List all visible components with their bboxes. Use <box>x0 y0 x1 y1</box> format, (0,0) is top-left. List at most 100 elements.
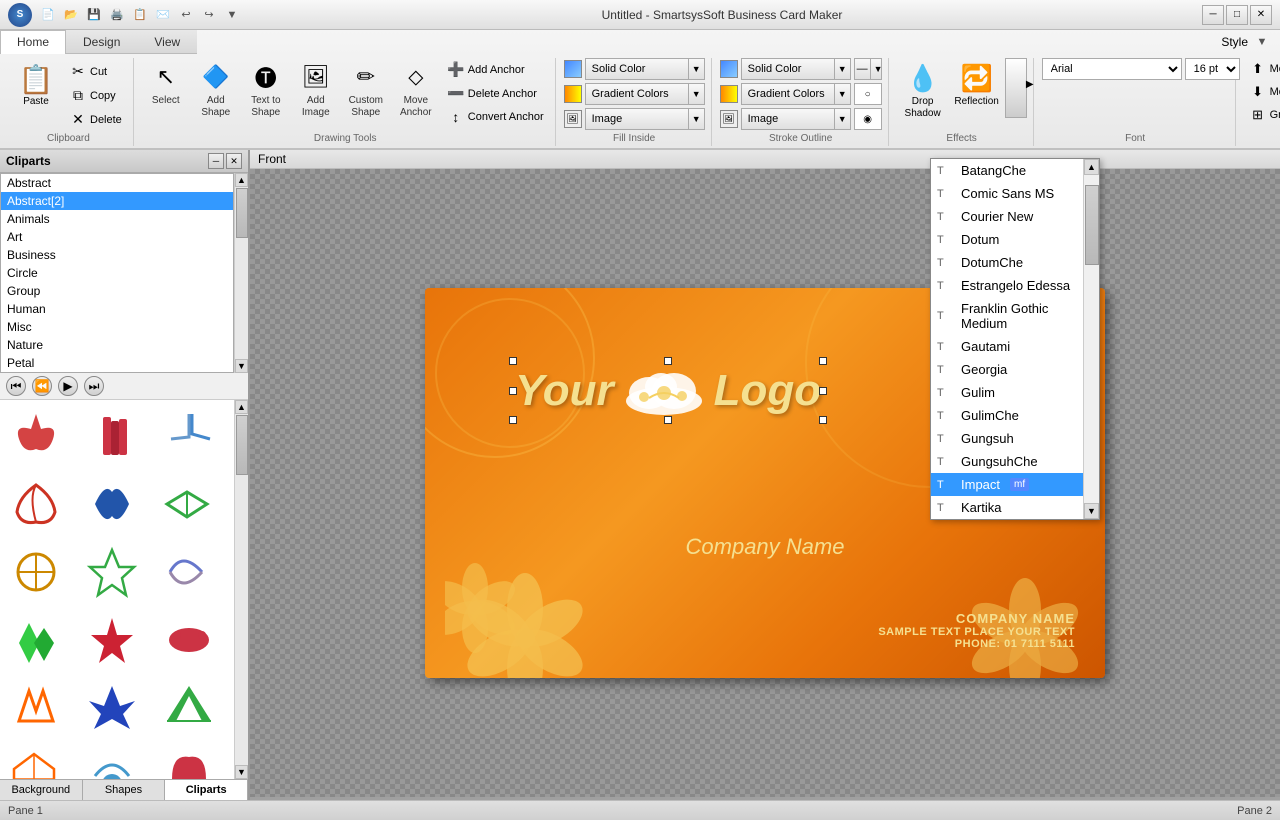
canvas-background[interactable]: Your Logo <box>250 169 1280 797</box>
category-scroll-down[interactable]: ▼ <box>235 359 248 373</box>
handle-br[interactable] <box>819 416 827 424</box>
list-item[interactable] <box>157 676 221 740</box>
cliparts-scroll-up[interactable]: ▲ <box>235 400 248 414</box>
list-item[interactable] <box>157 540 221 604</box>
font-item-courier[interactable]: T Courier New <box>931 205 1083 228</box>
tab-design[interactable]: Design <box>66 30 137 53</box>
font-item-gautami[interactable]: T Gautami <box>931 335 1083 358</box>
list-item[interactable] <box>81 472 145 536</box>
tab-background[interactable]: Background <box>0 780 83 800</box>
fill-gradient-arrow[interactable]: ▼ <box>688 84 704 104</box>
list-item[interactable] <box>157 472 221 536</box>
add-shape-button[interactable]: 🔷 Add Shape <box>192 58 240 122</box>
font-item-gungsuhche[interactable]: T GungsuhChe <box>931 450 1083 473</box>
tab-shapes[interactable]: Shapes <box>83 780 166 800</box>
stroke-gradient-arrow[interactable]: ▼ <box>834 84 850 104</box>
stroke-width-button[interactable]: — ▼ <box>854 58 882 80</box>
tab-home[interactable]: Home <box>0 30 66 54</box>
text-to-shape-button[interactable]: 🅣 Text to Shape <box>242 58 290 122</box>
handle-tm[interactable] <box>664 357 672 365</box>
font-name-select[interactable]: Arial <box>1042 58 1182 80</box>
fill-image-button[interactable]: Image ▼ <box>585 108 705 130</box>
play-button[interactable]: ▶ <box>58 376 78 396</box>
qa-open[interactable]: 📂 <box>61 5 81 25</box>
cliparts-scrollbar[interactable]: ▲ ▼ <box>234 400 248 779</box>
add-image-button[interactable]: 🖼 Add Image <box>292 58 340 122</box>
panel-close-button[interactable]: ✕ <box>226 153 242 169</box>
list-item[interactable] <box>157 744 221 779</box>
stroke-gradient-button[interactable]: Gradient Colors ▼ <box>741 83 851 105</box>
custom-shape-button[interactable]: ✏ Custom Shape <box>342 58 390 122</box>
fill-gradient-button[interactable]: Gradient Colors ▼ <box>585 83 705 105</box>
delete-button[interactable]: ✕ Delete <box>64 108 127 131</box>
convert-anchor-button[interactable]: ↕ Convert Anchor <box>442 106 549 128</box>
list-item[interactable] <box>4 676 68 740</box>
list-item[interactable] <box>4 540 68 604</box>
category-human[interactable]: Human <box>1 300 233 318</box>
group-button[interactable]: ⊞ Group ▼ <box>1244 104 1280 126</box>
list-item[interactable] <box>157 404 221 468</box>
last-button[interactable]: ⏭ <box>84 376 104 396</box>
close-button[interactable]: ✕ <box>1250 5 1272 25</box>
stroke-solid-arrow[interactable]: ▼ <box>834 59 850 79</box>
font-item-georgia[interactable]: T Georgia <box>931 358 1083 381</box>
category-abstract[interactable]: Abstract <box>1 174 233 192</box>
fill-image-arrow[interactable]: ▼ <box>688 109 704 129</box>
category-scrollbar[interactable]: ▲ ▼ <box>234 173 248 373</box>
prev-button[interactable]: ⏪ <box>32 376 52 396</box>
qa-dropdown[interactable]: ▼ <box>222 5 242 25</box>
font-scroll-down[interactable]: ▼ <box>1084 503 1099 519</box>
cliparts-scroll-down[interactable]: ▼ <box>235 765 248 779</box>
stroke-solid-color-button[interactable]: Solid Color ▼ <box>741 58 851 80</box>
handle-tl[interactable] <box>509 357 517 365</box>
minimize-button[interactable]: ─ <box>1202 5 1224 25</box>
handle-bl[interactable] <box>509 416 517 424</box>
cliparts-scroll-thumb[interactable] <box>236 415 248 475</box>
handle-ml[interactable] <box>509 387 517 395</box>
category-circle[interactable]: Circle <box>1 264 233 282</box>
drop-shadow-button[interactable]: 💧 Drop Shadow <box>897 58 949 122</box>
category-scroll-thumb[interactable] <box>236 188 248 238</box>
fill-solid-color-button[interactable]: Solid Color ▼ <box>585 58 705 80</box>
category-group[interactable]: Group <box>1 282 233 300</box>
qa-redo[interactable]: ↪ <box>199 5 219 25</box>
cut-button[interactable]: ✂ Cut <box>64 60 127 83</box>
font-item-gungsuh[interactable]: T Gungsuh <box>931 427 1083 450</box>
maximize-button[interactable]: □ <box>1226 5 1248 25</box>
category-animals[interactable]: Animals <box>1 210 233 228</box>
category-art[interactable]: Art <box>1 228 233 246</box>
fill-solid-color-arrow[interactable]: ▼ <box>688 59 704 79</box>
list-item[interactable] <box>4 608 68 672</box>
cliparts-grid[interactable] <box>0 400 234 779</box>
qa-save[interactable]: 💾 <box>84 5 104 25</box>
tab-view[interactable]: View <box>137 30 197 53</box>
list-item[interactable] <box>4 404 68 468</box>
list-item[interactable] <box>81 608 145 672</box>
select-button[interactable]: ↖ Select <box>142 58 190 110</box>
delete-anchor-button[interactable]: ➖ Delete Anchor <box>442 82 549 105</box>
handle-bm[interactable] <box>664 416 672 424</box>
qa-new[interactable]: 📄 <box>38 5 58 25</box>
list-item[interactable] <box>81 540 145 604</box>
font-item-comic[interactable]: T Comic Sans MS <box>931 182 1083 205</box>
category-misc[interactable]: Misc <box>1 318 233 336</box>
stroke-width-arrow[interactable]: ▼ <box>870 59 886 79</box>
font-item-franklin[interactable]: T Franklin Gothic Medium <box>931 297 1083 335</box>
panel-minimize-button[interactable]: ─ <box>208 153 224 169</box>
first-button[interactable]: ⏮ <box>6 376 26 396</box>
qa-print[interactable]: 🖨️ <box>107 5 127 25</box>
move-forward-button[interactable]: ⬆ Move Forward ▼ <box>1244 58 1280 80</box>
stroke-image-button[interactable]: Image ▼ <box>741 108 851 130</box>
list-item[interactable] <box>81 744 145 779</box>
copy-button[interactable]: ⧉ Copy <box>64 84 127 107</box>
handle-tr[interactable] <box>819 357 827 365</box>
list-item[interactable] <box>81 404 145 468</box>
move-anchor-button[interactable]: ⬦ Move Anchor <box>392 58 440 122</box>
qa-undo[interactable]: ↩ <box>176 5 196 25</box>
font-item-dotum[interactable]: T Dotum <box>931 228 1083 251</box>
font-item-kartika[interactable]: T Kartika <box>931 496 1083 519</box>
font-size-select[interactable]: 16 pt <box>1185 58 1240 80</box>
list-item[interactable] <box>157 608 221 672</box>
list-item[interactable] <box>4 472 68 536</box>
font-item-dotumche[interactable]: T DotumChe <box>931 251 1083 274</box>
